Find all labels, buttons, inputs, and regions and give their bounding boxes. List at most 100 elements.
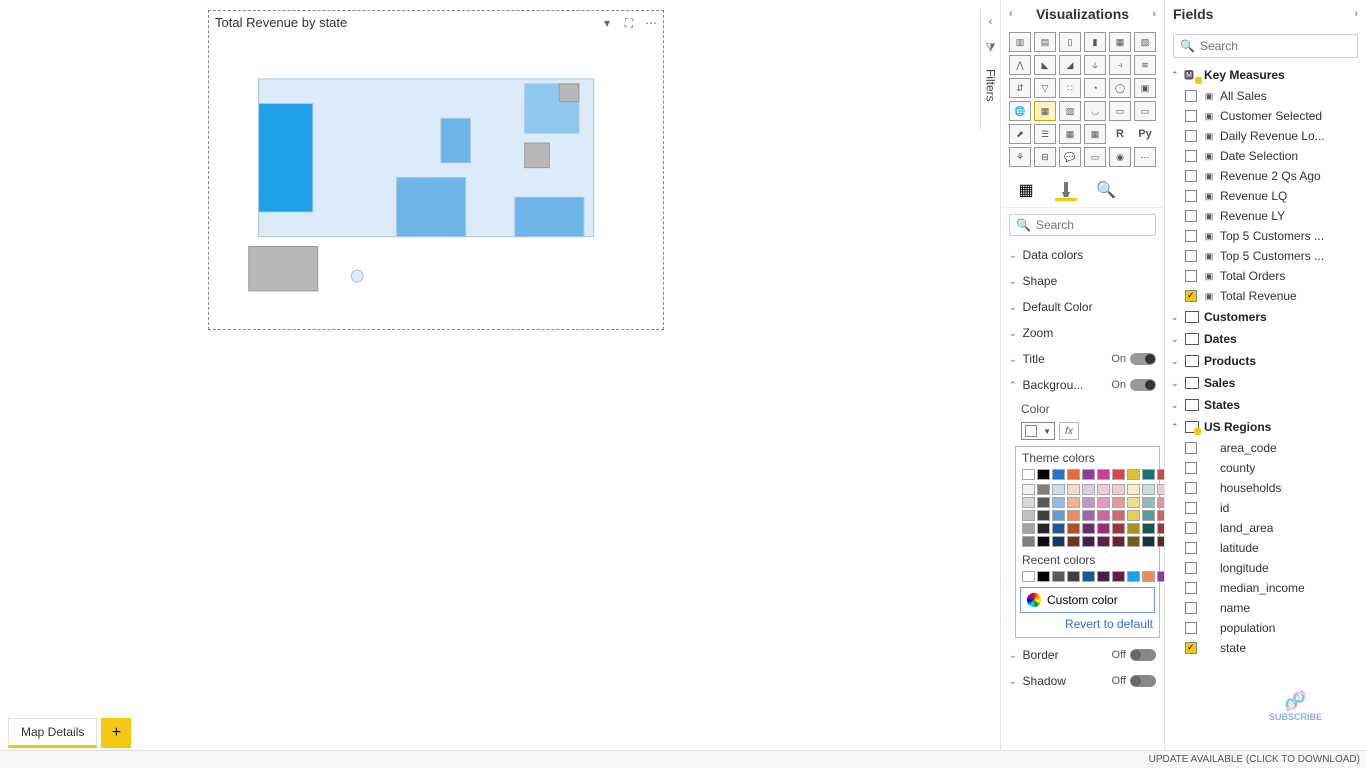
color-swatch[interactable] (1022, 536, 1035, 547)
color-swatch[interactable] (1067, 484, 1080, 495)
color-swatch[interactable] (1127, 536, 1140, 547)
table-icon[interactable]: ▦ (1059, 124, 1081, 144)
color-swatch[interactable] (1052, 523, 1065, 534)
color-swatch[interactable] (1082, 484, 1095, 495)
recent-color-swatch[interactable] (1082, 571, 1095, 582)
color-swatch[interactable] (1037, 484, 1050, 495)
revert-to-default[interactable]: Revert to default (1016, 613, 1159, 635)
format-shape[interactable]: ⌄Shape (1001, 268, 1164, 294)
color-swatch[interactable] (1022, 469, 1035, 480)
stacked-bar-icon[interactable]: ▥ (1009, 32, 1031, 52)
python-visual-icon[interactable]: Py (1134, 124, 1156, 144)
field-id[interactable]: id (1165, 498, 1366, 518)
field-checkbox[interactable] (1185, 210, 1197, 222)
color-swatch[interactable] (1097, 497, 1110, 508)
background-color-fx[interactable]: fx (1059, 422, 1079, 440)
multi-card-icon[interactable]: ▭ (1134, 101, 1156, 121)
stacked-column-icon[interactable]: ▯ (1059, 32, 1081, 52)
color-swatch[interactable] (1157, 469, 1164, 480)
color-swatch[interactable] (1022, 523, 1035, 534)
color-swatch[interactable] (1097, 523, 1110, 534)
filled-map[interactable] (229, 46, 643, 309)
table-dates[interactable]: ⌄Dates (1165, 328, 1366, 350)
field-checkbox[interactable] (1185, 130, 1197, 142)
field-checkbox[interactable] (1185, 622, 1197, 634)
map-icon[interactable]: 🌐 (1009, 101, 1031, 121)
recent-color-swatch[interactable] (1097, 571, 1110, 582)
color-swatch[interactable] (1052, 497, 1065, 508)
combo1-icon[interactable]: ⫝ (1084, 55, 1106, 75)
format-background[interactable]: ⌃Backgrou...On (1001, 372, 1164, 398)
100-column-icon[interactable]: ▧ (1134, 32, 1156, 52)
color-swatch[interactable] (1082, 469, 1095, 480)
more-options-icon[interactable]: ⋯ (643, 15, 659, 31)
treemap-icon[interactable]: ▣ (1134, 78, 1156, 98)
page-tab-map-details[interactable]: Map Details (8, 718, 97, 748)
format-search[interactable]: 🔍 (1009, 214, 1156, 236)
field-checkbox[interactable] (1185, 602, 1197, 614)
field-households[interactable]: households (1165, 478, 1366, 498)
custom-color-button[interactable]: Custom color (1020, 587, 1155, 613)
field-checkbox[interactable] (1185, 502, 1197, 514)
table-customers[interactable]: ⌄Customers (1165, 306, 1366, 328)
recent-color-swatch[interactable] (1037, 571, 1050, 582)
color-swatch[interactable] (1022, 484, 1035, 495)
recent-color-swatch[interactable] (1157, 571, 1164, 582)
color-swatch[interactable] (1052, 469, 1065, 480)
field-checkbox[interactable] (1185, 90, 1197, 102)
color-swatch[interactable] (1037, 536, 1050, 547)
color-swatch[interactable] (1142, 497, 1155, 508)
focus-mode-icon[interactable]: ⛶ (621, 15, 637, 31)
line-chart-icon[interactable]: ⋀ (1009, 55, 1031, 75)
field-total-orders[interactable]: ▣Total Orders (1165, 266, 1366, 286)
filters-pane-collapsed[interactable]: ‹ ⧩ Filters (980, 10, 1000, 130)
fields-search[interactable]: 🔍 (1173, 34, 1358, 58)
recent-color-swatch[interactable] (1112, 571, 1125, 582)
field-top-5-customers-[interactable]: ▣Top 5 Customers ... (1165, 246, 1366, 266)
color-swatch[interactable] (1112, 484, 1125, 495)
color-swatch[interactable] (1112, 536, 1125, 547)
color-swatch[interactable] (1052, 484, 1065, 495)
recent-color-swatch[interactable] (1067, 571, 1080, 582)
table-us-regions[interactable]: ⌃US Regions (1165, 416, 1366, 438)
donut-icon[interactable]: ◯ (1109, 78, 1131, 98)
field-population[interactable]: population (1165, 618, 1366, 638)
100-bar-icon[interactable]: ▦ (1109, 32, 1131, 52)
color-swatch[interactable] (1112, 523, 1125, 534)
arcgis-icon[interactable]: ◉ (1109, 147, 1131, 167)
field-checkbox[interactable] (1185, 190, 1197, 202)
color-swatch[interactable] (1067, 469, 1080, 480)
gauge-icon[interactable]: ◡ (1084, 101, 1106, 121)
color-swatch[interactable] (1127, 484, 1140, 495)
area-chart-icon[interactable]: ◣ (1034, 55, 1056, 75)
recent-color-swatch[interactable] (1142, 571, 1155, 582)
table-key-measures[interactable]: ⌃Key Measures (1165, 64, 1366, 86)
filter-icon[interactable]: ▾ (599, 15, 615, 31)
field-revenue-ly[interactable]: ▣Revenue LY (1165, 206, 1366, 226)
field-top-5-customers-[interactable]: ▣Top 5 Customers ... (1165, 226, 1366, 246)
report-canvas[interactable]: Total Revenue by state ▾ ⛶ ⋯ (0, 0, 986, 750)
analytics-tab-icon[interactable]: 🔍 (1095, 179, 1117, 201)
color-swatch[interactable] (1127, 510, 1140, 521)
get-more-visuals-icon[interactable]: ⋯ (1134, 147, 1156, 167)
color-swatch[interactable] (1142, 484, 1155, 495)
ribbon-icon[interactable]: ≋ (1134, 55, 1156, 75)
table-states[interactable]: ⌄States (1165, 394, 1366, 416)
field-checkbox[interactable] (1185, 522, 1197, 534)
expand-viz-icon[interactable]: › (1152, 8, 1156, 20)
color-swatch[interactable] (1067, 536, 1080, 547)
color-swatch[interactable] (1037, 469, 1050, 480)
color-swatch[interactable] (1112, 469, 1125, 480)
color-swatch[interactable] (1082, 497, 1095, 508)
field-checkbox[interactable] (1185, 230, 1197, 242)
background-color-dropdown[interactable]: ▼ (1021, 422, 1055, 440)
title-toggle[interactable] (1130, 353, 1156, 365)
recent-color-swatch[interactable] (1022, 571, 1035, 582)
field-longitude[interactable]: longitude (1165, 558, 1366, 578)
color-swatch[interactable] (1112, 497, 1125, 508)
field-checkbox[interactable] (1185, 482, 1197, 494)
update-available-link[interactable]: UPDATE AVAILABLE (CLICK TO DOWNLOAD) (1149, 754, 1360, 765)
field-checkbox[interactable] (1185, 542, 1197, 554)
field-county[interactable]: county (1165, 458, 1366, 478)
field-name[interactable]: name (1165, 598, 1366, 618)
